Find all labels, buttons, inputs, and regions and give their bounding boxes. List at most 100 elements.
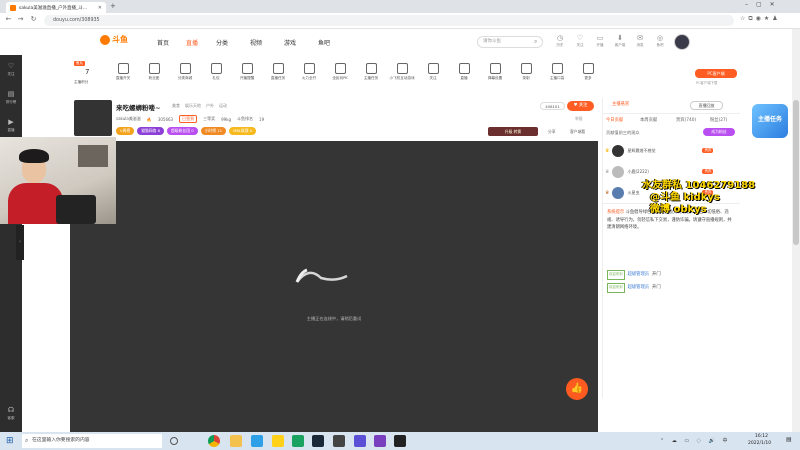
toolbar-item[interactable]: 小飞机互动游戏 xyxy=(389,63,415,81)
search-icon[interactable]: ⌕ xyxy=(534,38,537,46)
rank-row[interactable]: ♛ 小鹿(2222) 贵宾 xyxy=(605,164,738,179)
tab-today[interactable]: 今日贡献 xyxy=(606,117,623,123)
history-icon[interactable]: ◷ 历史 xyxy=(552,34,568,48)
app-icon[interactable] xyxy=(333,435,345,447)
toolbar-item[interactable]: 更多 xyxy=(575,63,601,81)
toolbar-item[interactable]: 主播任务 xyxy=(358,63,384,81)
toolbar-item[interactable]: 全民玩PK xyxy=(327,63,353,81)
toolbar-item[interactable]: 主播口袋 xyxy=(544,63,570,81)
notification-icon[interactable]: ▤ xyxy=(786,436,792,443)
toolbar-item[interactable]: 礼包 xyxy=(203,63,229,81)
app-icon[interactable] xyxy=(272,435,284,447)
like-button[interactable]: 👍 xyxy=(566,378,588,400)
heart-icon: ♡ xyxy=(7,61,15,70)
back-icon[interactable]: ← xyxy=(4,15,13,24)
follow-nav-icon[interactable]: ♡ 关注 xyxy=(572,34,588,48)
toolbar-icon xyxy=(458,63,470,74)
new-tab-button[interactable]: + xyxy=(110,2,116,10)
anchor-task-float[interactable]: 主播任务 xyxy=(752,104,788,138)
toolbar-item[interactable]: 录制 xyxy=(513,63,539,81)
video-player[interactable] xyxy=(70,141,598,433)
app-icon[interactable] xyxy=(374,435,386,447)
reload-icon[interactable]: ↻ xyxy=(29,15,38,24)
message-icon[interactable]: ✉ 消息 xyxy=(632,34,648,48)
scrollbar-thumb[interactable] xyxy=(793,100,799,245)
fish-count-value: 7 xyxy=(85,68,90,76)
taskbar-search-input[interactable]: 在这里输入你要搜索的内容 xyxy=(22,434,162,448)
explorer-icon[interactable] xyxy=(230,435,242,447)
app-icon[interactable] xyxy=(251,435,263,447)
toolbar-item[interactable]: 关注 xyxy=(420,63,446,81)
pill-league[interactable]: MBL联赛 0 xyxy=(229,127,257,135)
browser-tab[interactable]: sakula美滋滋直播_户外直播_斗... ✕ xyxy=(6,2,106,13)
forward-icon[interactable]: → xyxy=(16,15,25,24)
chat-message: 欢迎来到 超级管理员 开门 xyxy=(607,270,735,280)
sidebar-item-rank[interactable]: ▤ 排行榜 xyxy=(0,83,22,111)
toolbar-item[interactable]: 分类商城 xyxy=(172,63,198,81)
chrome-icon[interactable] xyxy=(208,435,220,447)
report-link[interactable]: 举报 xyxy=(575,116,583,122)
sidebar-item-follow[interactable]: ♡ 关注 xyxy=(0,55,22,83)
rank-row[interactable]: ♛ 星辉晨煌不感觉 贵宾 xyxy=(605,143,738,158)
replay-button[interactable]: 直播回放 xyxy=(690,101,723,110)
close-tab-icon[interactable]: ✕ xyxy=(98,5,102,11)
pill-hourly[interactable]: 小时榜 11 xyxy=(200,127,227,135)
pill-fanclub[interactable]: 超级粉丝团 0 xyxy=(167,127,198,135)
toolbar-item[interactable]: 直播任务 xyxy=(265,63,291,81)
tab-fans[interactable]: 粉丝(27) xyxy=(710,117,727,123)
toolbar-item[interactable]: 开播提醒 xyxy=(234,63,260,81)
room-meta: sakula美滋滋 🔥 305663 已签到 三等奖 99kg 斗鱼排名 19 xyxy=(116,115,264,123)
toolbar-item[interactable]: 弹幕设置 xyxy=(482,63,508,81)
nav-yuba[interactable]: 鱼吧 xyxy=(318,38,330,47)
sidebar-item-bar[interactable]: ☊ 客服 xyxy=(0,399,22,427)
follow-button[interactable]: ♥ 关注 xyxy=(567,101,594,111)
room-category-tags: 美食 娱乐天地 户外 运动 xyxy=(172,103,227,108)
sidebar-item-live[interactable]: ▶ 直播 xyxy=(0,111,22,139)
nav-category[interactable]: 分类 xyxy=(216,38,228,47)
video-status-message: 主播正在连线中，请稍后重试 xyxy=(306,316,362,321)
pill-network[interactable]: 猫猫网络 8 xyxy=(137,127,165,135)
notice-badge: 系统提示 xyxy=(607,210,625,215)
pill-weekly[interactable]: V周榜 xyxy=(116,127,135,135)
gift-upgrade-bar[interactable]: 升级 转换 xyxy=(488,127,538,136)
browser-extension-icons[interactable]: ☆⧉◉★♟ xyxy=(740,15,781,23)
tab-vip[interactable]: 贵宾(740) xyxy=(676,117,696,123)
yuba-icon[interactable]: ◎ 鱼吧 xyxy=(652,34,668,48)
nav-games[interactable]: 游戏 xyxy=(284,38,296,47)
logo-fish-icon xyxy=(100,34,110,45)
pc-client-button[interactable]: PC客户端 xyxy=(695,69,737,78)
broadcast-icon[interactable]: ▭ 开播 xyxy=(592,34,608,48)
user-avatar[interactable] xyxy=(674,34,690,50)
nav-video[interactable]: 视频 xyxy=(250,38,262,47)
share-button[interactable]: 分享 xyxy=(548,129,556,135)
app-icon[interactable] xyxy=(394,435,406,447)
windows-start-icon[interactable]: ⊞ xyxy=(6,436,14,446)
steam-icon[interactable] xyxy=(312,435,324,447)
toolbar-item[interactable]: 火力全开 xyxy=(296,63,322,81)
streamer-name[interactable]: sakula美滋滋 xyxy=(116,116,141,122)
sidebar-expand-handle[interactable]: › xyxy=(16,225,24,260)
toolbar-icon xyxy=(520,63,532,74)
tab-week[interactable]: 本周贡献 xyxy=(640,117,657,123)
service-icon: ☊ xyxy=(7,405,15,414)
toolbar-item[interactable]: 直播 xyxy=(451,63,477,81)
app-icon[interactable] xyxy=(354,435,366,447)
bounty-button[interactable]: 主播悬赏 xyxy=(612,101,629,107)
client-watch-button[interactable]: 客户端看 xyxy=(570,129,585,135)
clock-date[interactable]: 2022/1/10 xyxy=(748,441,771,446)
clock-time[interactable]: 16:12 xyxy=(755,434,768,439)
toolbar-item[interactable]: 粉丝团 xyxy=(141,63,167,81)
nav-home[interactable]: 首页 xyxy=(157,38,169,47)
system-tray-icons[interactable]: ⌃ ☁ ▭ ◌ 🔊 中 xyxy=(660,437,730,444)
app-icon[interactable] xyxy=(292,435,304,447)
douyu-logo[interactable]: 斗鱼 xyxy=(100,34,128,45)
url-field[interactable]: douyu.com/308935 xyxy=(44,15,734,26)
toolbar-item-points[interactable]: 主播积分 xyxy=(74,80,88,85)
cortana-icon[interactable] xyxy=(170,437,178,445)
toolbar-item[interactable]: 直播开关 xyxy=(110,63,136,81)
streamer-avatar[interactable] xyxy=(74,100,112,136)
nav-live[interactable]: 直播 xyxy=(186,38,198,47)
become-fan-button[interactable]: 成为粉丝 xyxy=(703,128,735,136)
client-icon[interactable]: ⬇ 客户端 xyxy=(612,34,628,48)
rank-icon: ▤ xyxy=(7,89,15,98)
